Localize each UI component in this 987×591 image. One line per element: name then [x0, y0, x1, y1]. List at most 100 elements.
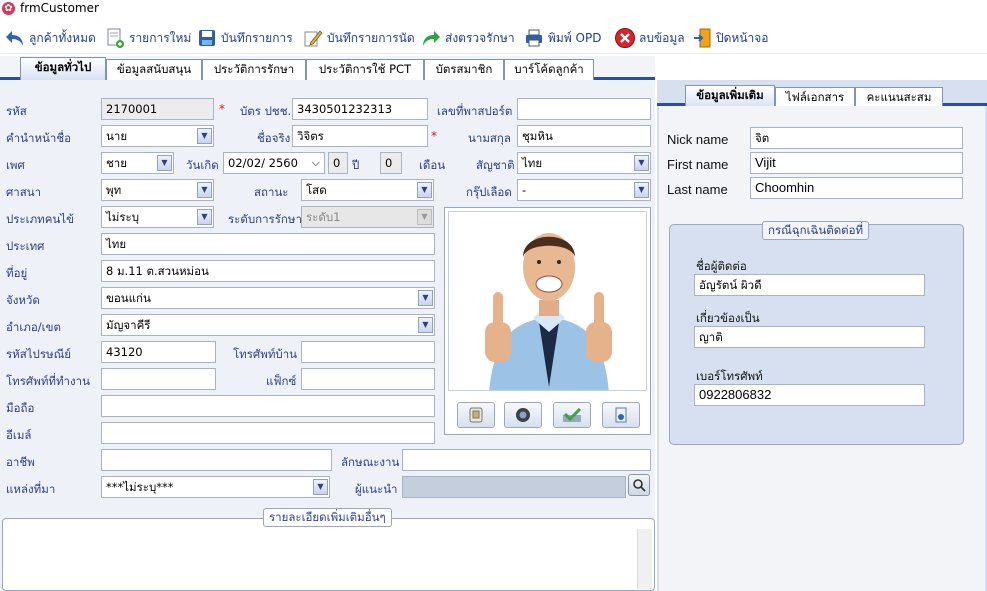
close-screen-button[interactable]: ปิดหน้าจอ — [691, 25, 769, 51]
tab-pct-history[interactable]: ประวัติการใช้ PCT — [306, 59, 424, 80]
extra-details-title: รายละเอียดเพิ่มเติมอื่นๆ — [263, 508, 392, 527]
photo-file-button[interactable] — [602, 402, 640, 428]
mobile-field[interactable] — [101, 395, 435, 417]
fax-label: แฟ็กซ์ — [266, 374, 297, 388]
chevron-down-icon[interactable]: ▼ — [417, 182, 432, 198]
career-field[interactable] — [101, 449, 332, 471]
code-label: รหัส — [6, 104, 27, 118]
chevron-down-icon[interactable]: ▼ — [197, 182, 212, 198]
zipcode-field[interactable]: 43120 — [101, 341, 216, 363]
province-select[interactable]: ขอนแก่น ▼ — [101, 287, 435, 309]
work-phone-field[interactable] — [101, 368, 216, 390]
new-document-icon — [104, 27, 126, 49]
district-label: อำเภอ/เขต — [6, 320, 61, 334]
tab-general[interactable]: ข้อมูลทั่วไป — [20, 57, 106, 80]
treatment-level-select: ระดับ1 ▼ — [301, 206, 434, 228]
tab-customer-barcode[interactable]: บาร์โค้ดลูกค้า — [504, 59, 594, 80]
firstname-field[interactable]: วิจิตร — [292, 125, 428, 147]
save-disk-icon — [196, 27, 218, 49]
extra-details-textarea[interactable] — [9, 529, 629, 587]
birthdate-picker[interactable]: 02/02/ 2560 ⌵ — [223, 152, 325, 174]
save-record-button[interactable]: บันทึกรายการ — [196, 25, 293, 51]
chevron-down-icon: ▼ — [417, 209, 432, 225]
image-file-icon — [615, 407, 627, 423]
window-title: frmCustomer — [20, 1, 99, 15]
firstname-label: ชื่อจริง — [257, 131, 291, 145]
fax-field[interactable] — [301, 368, 435, 390]
tab-treatment-history[interactable]: ประวัติการรักษา — [202, 59, 306, 80]
printer-icon — [523, 27, 545, 49]
passport-field[interactable] — [517, 98, 651, 120]
chevron-down-icon[interactable]: ⌵ — [312, 155, 320, 171]
toolbar: ลูกค้าทั้งหมด รายการใหม่ บันทึกรายการ บั… — [0, 22, 987, 54]
country-label: ประเทศ — [6, 239, 45, 253]
required-mark: * — [219, 102, 225, 116]
blood-group-label: กรุ๊ปเลือด — [466, 185, 512, 199]
delete-button[interactable]: ลบข้อมูล — [614, 25, 685, 51]
app-icon: ✿ — [2, 2, 15, 15]
chevron-down-icon[interactable]: ▼ — [197, 128, 212, 144]
address-field[interactable]: 8 ม.11 ต.สวนหม่อน — [101, 260, 435, 282]
religion-label: ศาสนา — [6, 185, 42, 199]
sex-select[interactable]: ชาย ▼ — [101, 152, 174, 174]
chevron-down-icon[interactable]: ▼ — [634, 182, 649, 198]
camera-button[interactable] — [504, 402, 542, 428]
tab-membership[interactable]: บัตรสมาชิก — [424, 59, 504, 80]
lastname-field[interactable]: ชุมหิน — [517, 125, 651, 147]
chevron-down-icon[interactable]: ▼ — [197, 209, 212, 225]
job-description-field[interactable] — [402, 449, 651, 471]
tab-points[interactable]: คะแนนสะสม — [855, 87, 943, 108]
marital-status-select[interactable]: โสด ▼ — [301, 179, 434, 201]
tab-additional-info[interactable]: ข้อมูลเพิ่มเติม — [685, 85, 775, 108]
all-customers-button[interactable]: ลูกค้าทั้งหมด — [4, 25, 96, 51]
referrer-search-button[interactable] — [628, 474, 650, 496]
treatment-level-label: ระดับการรักษา — [228, 212, 302, 226]
chevron-down-icon[interactable]: ▼ — [634, 155, 649, 171]
age-months-field: 0 — [380, 152, 402, 174]
search-icon — [633, 479, 646, 492]
new-record-button[interactable]: รายการใหม่ — [104, 25, 191, 51]
smartcard-icon — [469, 407, 483, 423]
religion-select[interactable]: พุท ▼ — [101, 179, 214, 201]
tab-documents[interactable]: ไฟล์เอกสาร — [775, 87, 855, 108]
confirm-photo-button[interactable] — [553, 402, 591, 428]
chevron-down-icon[interactable]: ▼ — [313, 479, 328, 495]
save-appointment-button[interactable]: บันทึกรายการนัด — [302, 25, 415, 51]
forward-arrow-icon — [420, 27, 442, 49]
referrer-field — [402, 476, 626, 498]
right-tabstrip: ข้อมูลเพิ่มเติม ไฟล์เอกสาร คะแนนสะสม — [657, 84, 987, 108]
chevron-down-icon[interactable]: ▼ — [157, 155, 172, 171]
home-phone-field[interactable] — [301, 341, 435, 363]
blood-group-select[interactable]: - ▼ — [517, 179, 651, 201]
patient-type-label: ประเภทคนไข้ — [6, 212, 74, 226]
print-opd-button[interactable]: พิมพ์ OPD — [523, 25, 601, 51]
first-name-en-field[interactable]: Vijit — [750, 152, 963, 174]
chevron-down-icon[interactable]: ▼ — [418, 290, 433, 306]
chevron-down-icon[interactable]: ▼ — [418, 317, 433, 333]
scrollbar[interactable] — [637, 529, 652, 589]
tab-support[interactable]: ข้อมูลสนับสนุน — [106, 59, 202, 80]
relation-field[interactable]: ญาติ — [694, 326, 925, 348]
idcard-field[interactable]: 3430501232313 — [292, 98, 428, 120]
prefix-label: คำนำหน้าชื่อ — [6, 131, 72, 145]
age-years-unit: ปี — [352, 158, 360, 172]
source-select[interactable]: ***ไม่ระบุ*** ▼ — [101, 476, 330, 498]
patient-type-select[interactable]: ไม่ระบุ ▼ — [101, 206, 214, 228]
send-treatment-button[interactable]: ส่งตรวจรักษา — [420, 25, 515, 51]
card-reader-button[interactable] — [457, 402, 495, 428]
mobile-label: มือถือ — [6, 401, 35, 415]
photo-frame — [444, 207, 651, 435]
prefix-select[interactable]: นาย ▼ — [101, 125, 214, 147]
email-field[interactable] — [101, 422, 435, 444]
contact-name-field[interactable]: อัญรัตน์ ผิวดี — [694, 274, 925, 296]
sex-label: เพศ — [6, 158, 25, 172]
nickname-label: Nick name — [667, 132, 729, 147]
district-select[interactable]: มัญจาคีรี ▼ — [101, 314, 435, 336]
country-field[interactable]: ไทย — [101, 233, 435, 255]
nationality-select[interactable]: ไทย ▼ — [517, 152, 651, 174]
career-label: อาชีพ — [6, 455, 35, 469]
emergency-phone-field[interactable]: 0922806832 — [694, 384, 925, 406]
nickname-field[interactable]: จิต — [750, 127, 963, 149]
code-field[interactable]: 2170001 — [101, 98, 214, 120]
last-name-en-field[interactable]: Choomhin — [750, 177, 963, 199]
